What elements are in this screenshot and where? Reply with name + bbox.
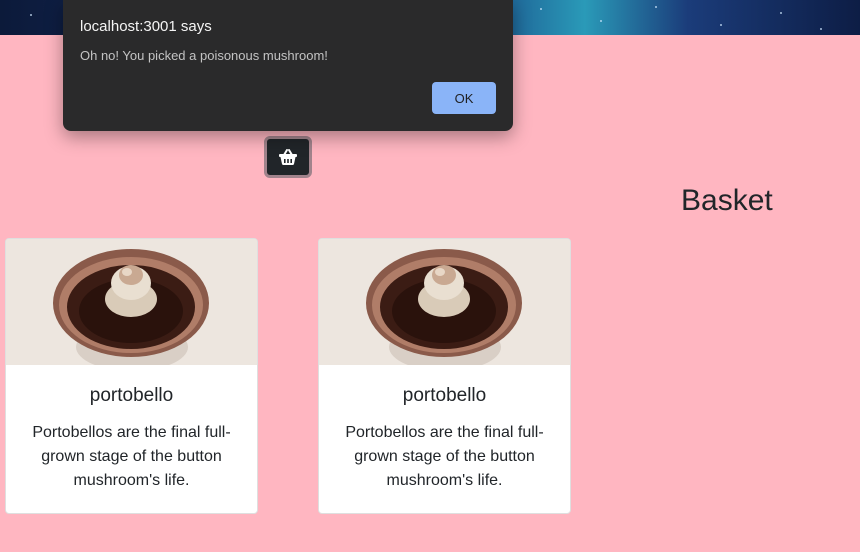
- mushroom-card[interactable]: portobello Portobellos are the final ful…: [318, 238, 571, 514]
- basket-button[interactable]: [264, 136, 312, 178]
- ok-button[interactable]: OK: [432, 82, 496, 114]
- basket-icon: [279, 149, 297, 165]
- card-description: Portobellos are the final full-grown sta…: [345, 424, 544, 489]
- portobello-mushroom-image: [6, 239, 257, 365]
- card-title: portobello: [89, 385, 174, 406]
- card-description: Portobellos are the final full-grown sta…: [32, 424, 231, 489]
- card-title: portobello: [402, 385, 487, 406]
- dialog-title: localhost:3001 says: [80, 18, 212, 35]
- alert-dialog: localhost:3001 says Oh no! You picked a …: [63, 0, 513, 131]
- basket-heading: Basket: [681, 184, 773, 217]
- mushroom-card[interactable]: portobello Portobellos are the final ful…: [5, 238, 258, 514]
- dialog-message: Oh no! You picked a poisonous mushroom!: [80, 48, 328, 63]
- portobello-mushroom-image: [319, 239, 570, 365]
